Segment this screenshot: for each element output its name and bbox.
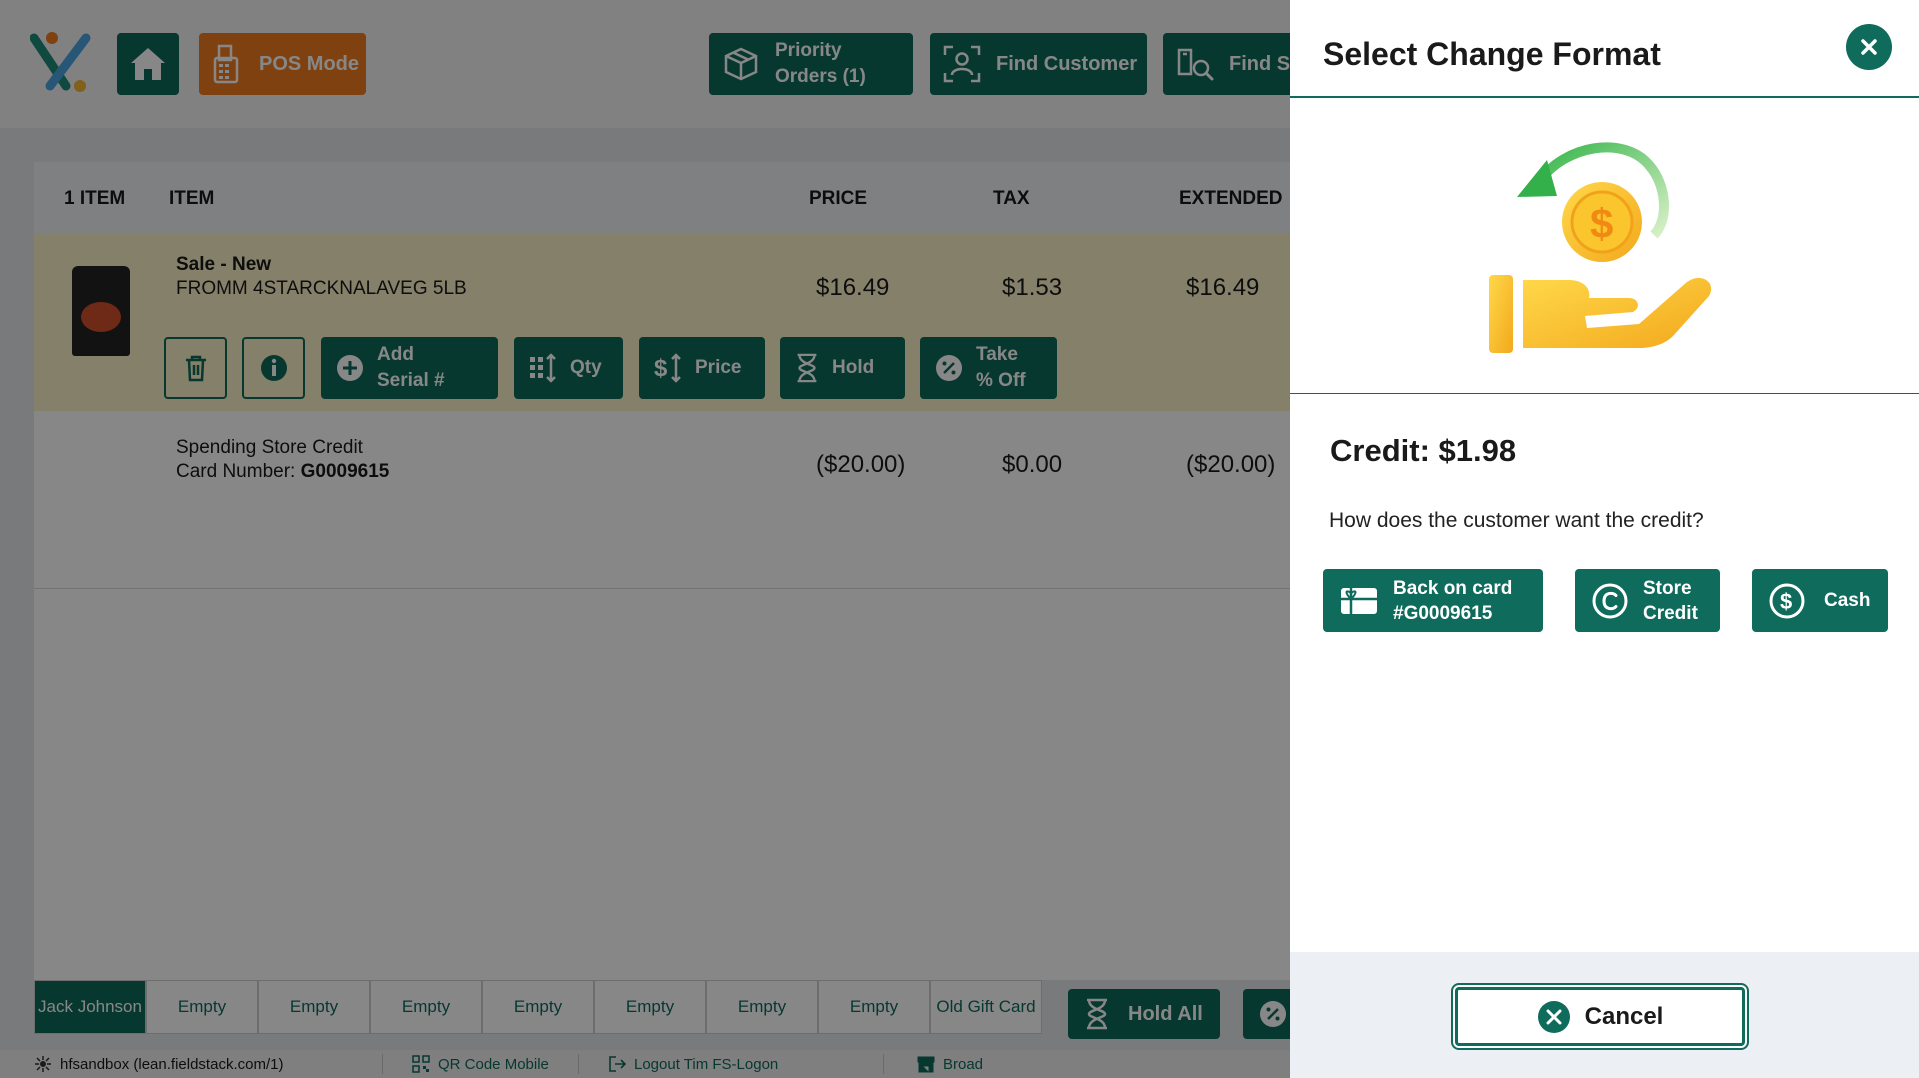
modal-backdrop[interactable]: [0, 0, 1290, 1078]
close-button[interactable]: [1846, 24, 1892, 70]
panel-title: Select Change Format: [1323, 36, 1661, 72]
svg-text:$: $: [1780, 589, 1792, 614]
svg-text:$: $: [1590, 200, 1613, 247]
divider: [1290, 393, 1919, 394]
cash-button[interactable]: $ Cash: [1752, 569, 1888, 632]
credit-amount: Credit: $1.98: [1330, 433, 1517, 468]
select-change-format-panel: Select Change Format $ Credit: $1.98 How…: [1290, 0, 1919, 1078]
close-icon: [1861, 39, 1877, 55]
credit-question: How does the customer want the credit?: [1329, 509, 1704, 532]
dollar-circle-icon: $: [1769, 583, 1805, 618]
back-on-card-button[interactable]: Back on card #G0009615: [1323, 569, 1543, 632]
money-back-icon: $: [1489, 142, 1712, 353]
cancel-button[interactable]: Cancel: [1455, 987, 1745, 1046]
store-credit-button[interactable]: Store Credit: [1575, 569, 1720, 632]
panel-footer: Cancel: [1290, 952, 1919, 1078]
cancel-icon: [1537, 1000, 1570, 1033]
copyright-circle-icon: [1592, 583, 1628, 618]
divider: [1290, 96, 1919, 98]
gift-card-icon: [1341, 587, 1377, 614]
